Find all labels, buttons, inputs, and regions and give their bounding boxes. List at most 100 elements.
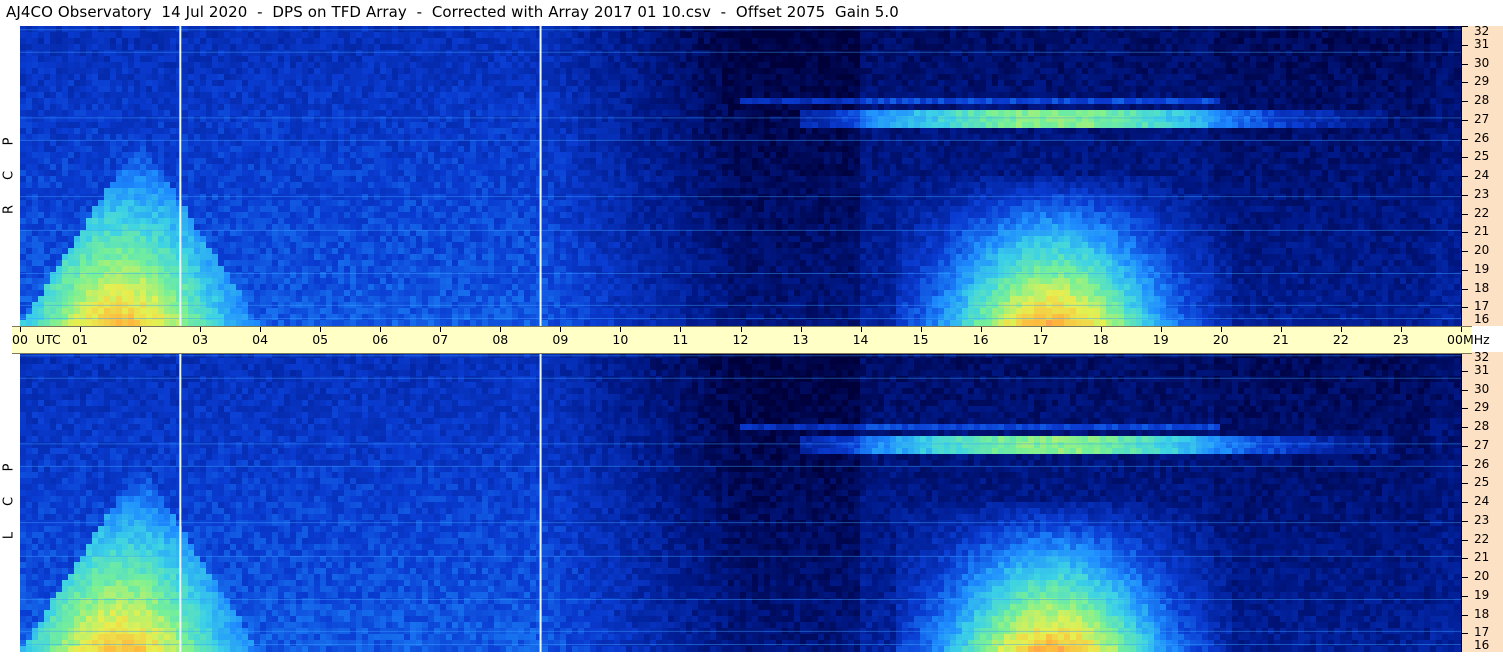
heatmap-cell: [1352, 80, 1359, 87]
heatmap-cell: [818, 134, 825, 141]
heatmap-cell: [224, 146, 231, 153]
heatmap-cell: [230, 92, 237, 99]
heatmap-cell: [1088, 122, 1095, 129]
heatmap-cell: [1124, 44, 1131, 51]
heatmap-cell: [386, 146, 393, 153]
heatmap-cell: [908, 134, 915, 141]
heatmap-cell: [554, 32, 561, 39]
heatmap-cell: [1238, 50, 1245, 57]
heatmap-cell: [554, 134, 561, 141]
heatmap-cell: [704, 32, 711, 39]
heatmap-cell: [476, 140, 483, 147]
heatmap-cell: [1124, 98, 1131, 105]
heatmap-cell: [110, 80, 117, 87]
heatmap-cell: [398, 122, 405, 129]
heatmap-cell: [1088, 98, 1095, 105]
heatmap-cell: [1214, 128, 1221, 135]
heatmap-cell: [800, 56, 807, 63]
heatmap-cell: [176, 62, 183, 69]
heatmap-cell: [584, 62, 591, 69]
heatmap-cell: [1364, 80, 1371, 87]
heatmap-cell: [1094, 140, 1101, 147]
heatmap-cell: [1220, 50, 1227, 57]
heatmap-cell: [404, 146, 411, 153]
heatmap-cell: [1022, 74, 1029, 81]
heatmap-cell: [128, 56, 135, 63]
heatmap-cell: [584, 116, 591, 123]
heatmap-cell: [830, 134, 837, 141]
heatmap-cell: [314, 50, 321, 57]
heatmap-cell: [1076, 116, 1083, 123]
heatmap-cell: [1130, 134, 1137, 141]
heatmap-cell: [122, 92, 129, 99]
heatmap-cell: [410, 32, 417, 39]
heatmap-cell: [1352, 128, 1359, 135]
heatmap-cell: [326, 116, 333, 123]
heatmap-cell: [1184, 92, 1191, 99]
heatmap-cell: [308, 80, 315, 87]
heatmap-cell: [1424, 68, 1431, 75]
heatmap-cell: [896, 38, 903, 45]
heatmap-cell: [1100, 134, 1107, 141]
heatmap-cell: [1292, 122, 1299, 129]
heatmap-cell: [1178, 38, 1185, 45]
heatmap-cell: [170, 128, 177, 135]
heatmap-cell: [848, 56, 855, 63]
heatmap-cell: [368, 92, 375, 99]
heatmap-cell: [452, 134, 459, 141]
heatmap-cell: [164, 74, 171, 81]
heatmap-cell: [68, 98, 75, 105]
heatmap-cell: [944, 44, 951, 51]
heatmap-cell: [854, 80, 861, 87]
heatmap-cell: [1160, 80, 1167, 87]
heatmap-cell: [1436, 116, 1443, 123]
heatmap-cell: [662, 110, 669, 117]
heatmap-cell: [668, 122, 675, 129]
heatmap-cell: [758, 146, 765, 153]
heatmap-cell: [572, 62, 579, 69]
heatmap-cell: [1184, 134, 1191, 141]
heatmap-cell: [1226, 98, 1233, 105]
heatmap-cell: [1196, 128, 1203, 135]
heatmap-cell: [1202, 86, 1209, 93]
heatmap-cell: [416, 80, 423, 87]
heatmap-cell: [440, 104, 447, 111]
heatmap-cell: [1244, 128, 1251, 135]
heatmap-cell: [512, 62, 519, 69]
heatmap-cell: [98, 98, 105, 105]
heatmap-cell: [314, 146, 321, 153]
heatmap-cell: [566, 68, 573, 75]
heatmap-cell: [710, 50, 717, 57]
heatmap-cell: [470, 56, 477, 63]
heatmap-cell: [1250, 110, 1257, 117]
heatmap-cell: [1022, 62, 1029, 69]
heatmap-cell: [1010, 50, 1017, 57]
heatmap-cell: [278, 104, 285, 111]
heatmap-cell: [812, 140, 819, 147]
heatmap-cell: [602, 68, 609, 75]
heatmap-cell: [1016, 74, 1023, 81]
heatmap-cell: [272, 116, 279, 123]
heatmap-cell: [1250, 62, 1257, 69]
heatmap-cell: [1004, 32, 1011, 39]
heatmap-cell: [704, 44, 711, 51]
heatmap-cell: [404, 86, 411, 93]
heatmap-cell: [50, 104, 57, 111]
heatmap-cell: [1376, 44, 1383, 51]
heatmap-cell: [524, 104, 531, 111]
heatmap-cell: [986, 110, 993, 117]
heatmap-cell: [512, 32, 519, 39]
heatmap-cell: [374, 68, 381, 75]
heatmap-cell: [386, 110, 393, 117]
heatmap-cell: [1172, 80, 1179, 87]
heatmap-cell: [932, 62, 939, 69]
heatmap-cell: [1148, 62, 1155, 69]
heatmap-cell: [158, 92, 165, 99]
heatmap-cell: [992, 38, 999, 45]
heatmap-cell: [1118, 128, 1125, 135]
heatmap-cell: [1322, 56, 1329, 63]
heatmap-cell: [722, 98, 729, 105]
heatmap-cell: [182, 56, 189, 63]
heatmap-cell: [86, 122, 93, 129]
heatmap-cell: [182, 140, 189, 147]
